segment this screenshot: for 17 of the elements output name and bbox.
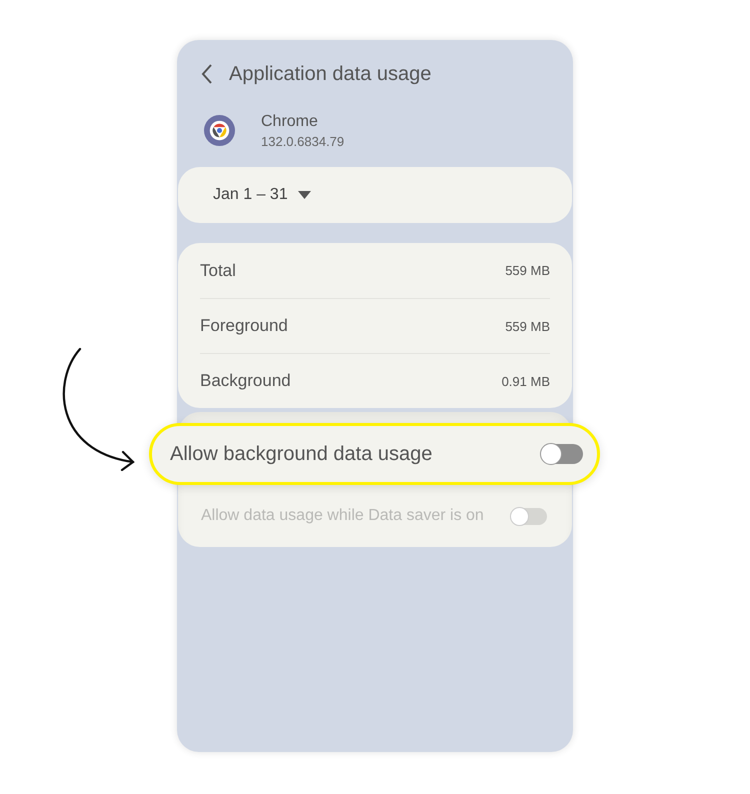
usage-label: Background [200, 371, 291, 391]
app-icon [204, 115, 235, 146]
period-selector[interactable]: Jan 1 – 31 [178, 167, 572, 223]
period-label: Jan 1 – 31 [213, 186, 288, 204]
usage-value: 0.91 MB [502, 374, 550, 388]
usage-value: 559 MB [505, 263, 550, 278]
setting-label: Allow data usage while Data saver is on [201, 506, 484, 526]
back-icon[interactable] [201, 64, 213, 84]
caret-icon [298, 191, 311, 199]
usage-value: 559 MB [505, 318, 550, 334]
usage-label: Foreground [200, 316, 288, 336]
toggle-switch[interactable] [541, 444, 583, 464]
app-name: Chrome [261, 112, 319, 130]
screen-title: Application data usage [229, 62, 432, 86]
usage-label: Total [200, 260, 236, 280]
setting-label: Allow background data usage [170, 442, 432, 466]
app-version: 132.0.6834.79 [261, 134, 344, 148]
